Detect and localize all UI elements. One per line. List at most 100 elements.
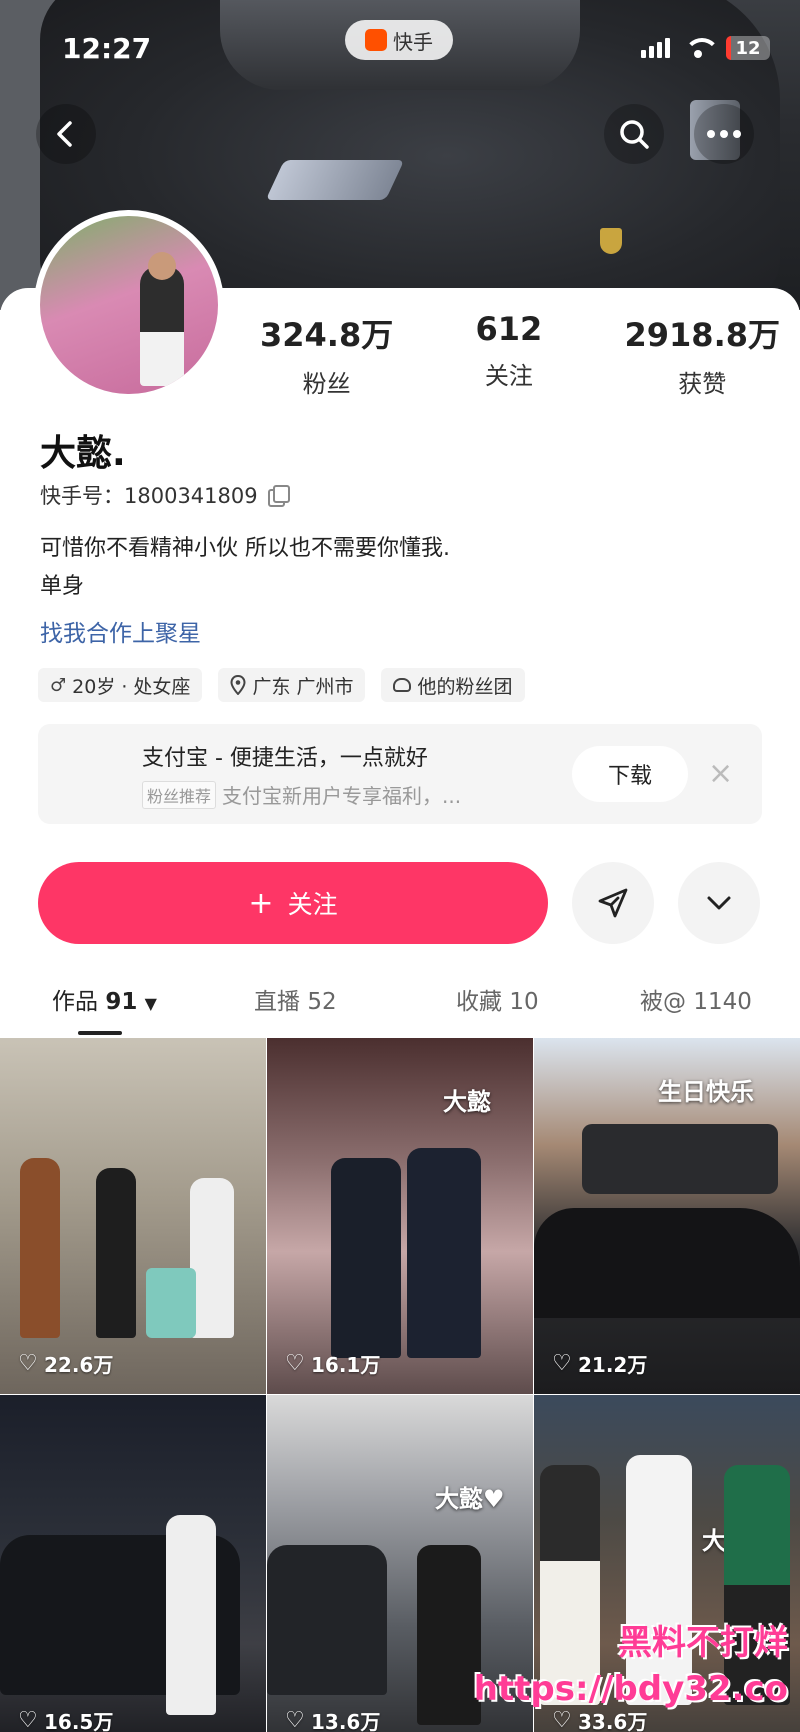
heart-icon: [552, 1351, 572, 1376]
watermark: 黑料不打烊 https://bdy32.co: [458, 1620, 788, 1712]
status-time: 12:27: [62, 32, 152, 65]
followers-stat[interactable]: 324.8万 粉丝: [260, 310, 393, 399]
tab-collection[interactable]: 收藏 10: [456, 982, 539, 1016]
ad-subtitle-row: 粉丝推荐 支付宝新用户专享福利，...: [142, 780, 461, 809]
app-name: 快手: [393, 29, 433, 54]
avatar-head: [148, 252, 176, 280]
recommend-dropdown-button[interactable]: [678, 862, 760, 944]
ad-download-button[interactable]: 下载: [572, 746, 688, 802]
tab-mentioned-count: 1140: [693, 989, 752, 1015]
watermark-line-2: https://bdy32.co: [473, 1669, 788, 1709]
kuaishou-id-text: 快手号：1800341809: [40, 484, 258, 508]
content-tabs: 作品 91 ▼ 直播 52 收藏 10 被@ 1140: [0, 976, 800, 1036]
male-icon: ♂: [50, 674, 67, 696]
thumbnail-figure: [96, 1168, 136, 1338]
chevron-down-icon: [707, 896, 731, 910]
thumbnail-car: [267, 1545, 387, 1695]
profile-stats: 324.8万 粉丝 612 关注 2918.8万 获赞: [260, 310, 780, 399]
thumbnail-figure: [20, 1158, 60, 1338]
video-likes-count: 21.2万: [578, 1353, 648, 1377]
cooperate-link[interactable]: 找我合作上聚星: [40, 614, 201, 648]
video-caption: 生日快乐: [658, 1078, 754, 1106]
kuaishou-id: 快手号：1800341809: [40, 480, 290, 510]
location-tag: 广东 广州市: [218, 668, 366, 702]
video-likes: 21.2万: [552, 1349, 647, 1378]
cover-car-badge: [600, 228, 622, 254]
wifi-icon: [684, 38, 720, 58]
ad-close-icon[interactable]: ×: [708, 754, 733, 794]
thumbnail-car: [582, 1124, 778, 1194]
send-icon: [598, 888, 628, 918]
location-pin-icon: [230, 675, 246, 695]
watermark-line-1: 黑料不打烊: [618, 1623, 788, 1663]
video-thumbnail[interactable]: 16.5万: [0, 1395, 266, 1732]
video-caption: 大懿: [443, 1088, 491, 1116]
thumbnail-figure: [166, 1515, 216, 1715]
tab-works-count: 91: [105, 989, 138, 1015]
heart-icon: [18, 1708, 38, 1732]
avatar[interactable]: [34, 210, 224, 400]
search-icon: [620, 120, 649, 149]
video-likes: 22.6万: [18, 1349, 113, 1378]
video-caption: 大懿♥: [435, 1485, 505, 1513]
tab-mentioned[interactable]: 被@ 1140: [640, 982, 752, 1016]
video-likes-count: 16.5万: [44, 1710, 114, 1732]
following-stat[interactable]: 612 关注: [475, 310, 542, 399]
following-label: 关注: [484, 362, 533, 390]
kuaishou-logo-icon: [365, 29, 387, 51]
fan-group-icon: [393, 678, 412, 692]
heart-icon: [18, 1351, 38, 1376]
bio-line-2: 单身: [40, 574, 85, 599]
app-indicator[interactable]: 快手: [345, 20, 453, 60]
tab-collection-label: 收藏: [456, 989, 502, 1015]
back-button[interactable]: [36, 104, 96, 164]
battery-level-text: 12: [735, 37, 761, 59]
video-thumbnail[interactable]: 生日快乐 21.2万: [534, 1038, 800, 1394]
battery-level: [726, 36, 732, 60]
system-icons: 12: [641, 36, 770, 60]
thumbnail-figure: [190, 1178, 234, 1338]
likes-label: 获赞: [678, 370, 727, 398]
video-thumbnail[interactable]: 大懿 16.1万: [267, 1038, 533, 1394]
copy-icon[interactable]: [267, 485, 290, 507]
heart-icon: [285, 1708, 305, 1732]
likes-count: 2918.8万: [624, 316, 781, 354]
message-button[interactable]: [572, 862, 654, 944]
profile-tags: ♂ 20岁 · 处女座 广东 广州市 他的粉丝团: [38, 668, 525, 702]
age-tag-text: 20岁 · 处女座: [72, 675, 191, 698]
fan-group-tag-text: 他的粉丝团: [417, 675, 513, 698]
followers-count: 324.8万: [260, 316, 394, 354]
profile-name: 大懿.: [40, 433, 126, 474]
cover-headlight: [265, 160, 405, 200]
chevron-left-icon: [57, 121, 72, 147]
search-button[interactable]: [604, 104, 664, 164]
ad-title: 支付宝 - 便捷生活，一点就好: [142, 746, 428, 771]
following-count: 612: [475, 310, 543, 348]
ad-chip: 粉丝推荐: [142, 780, 217, 809]
tab-live[interactable]: 直播 52: [254, 982, 337, 1016]
fan-group-tag[interactable]: 他的粉丝团: [381, 668, 525, 702]
more-icon: [707, 130, 741, 138]
tab-works-label: 作品: [52, 989, 98, 1015]
likes-stat[interactable]: 2918.8万 获赞: [625, 310, 781, 399]
tab-live-label: 直播: [254, 989, 300, 1015]
tab-active-indicator: [78, 1031, 122, 1035]
follow-label: 关注: [287, 890, 338, 919]
avatar-person: [140, 266, 184, 386]
thumbnail-suitcase: [146, 1268, 196, 1338]
ad-banner[interactable]: 支付宝 - 便捷生活，一点就好 粉丝推荐 支付宝新用户专享福利，... 下载 ×: [38, 724, 762, 824]
video-thumbnail[interactable]: 22.6万: [0, 1038, 266, 1394]
ad-subtitle: 支付宝新用户专享福利，...: [222, 784, 462, 808]
video-likes: 16.1万: [285, 1349, 380, 1378]
more-button[interactable]: [694, 104, 754, 164]
video-likes: 16.5万: [18, 1706, 113, 1732]
battery-icon: 12: [726, 36, 770, 60]
video-likes-count: 16.1万: [311, 1353, 381, 1377]
tab-live-count: 52: [307, 989, 337, 1015]
status-bar: 12:27 快手 12: [0, 0, 800, 100]
follow-button[interactable]: + 关注: [38, 862, 548, 944]
location-tag-text: 广东 广州市: [252, 675, 354, 698]
video-likes: 13.6万: [285, 1706, 380, 1732]
tab-works[interactable]: 作品 91 ▼: [52, 982, 157, 1016]
bio-line-1: 可惜你不看精神小伙 所以也不需要你懂我.: [40, 536, 450, 561]
